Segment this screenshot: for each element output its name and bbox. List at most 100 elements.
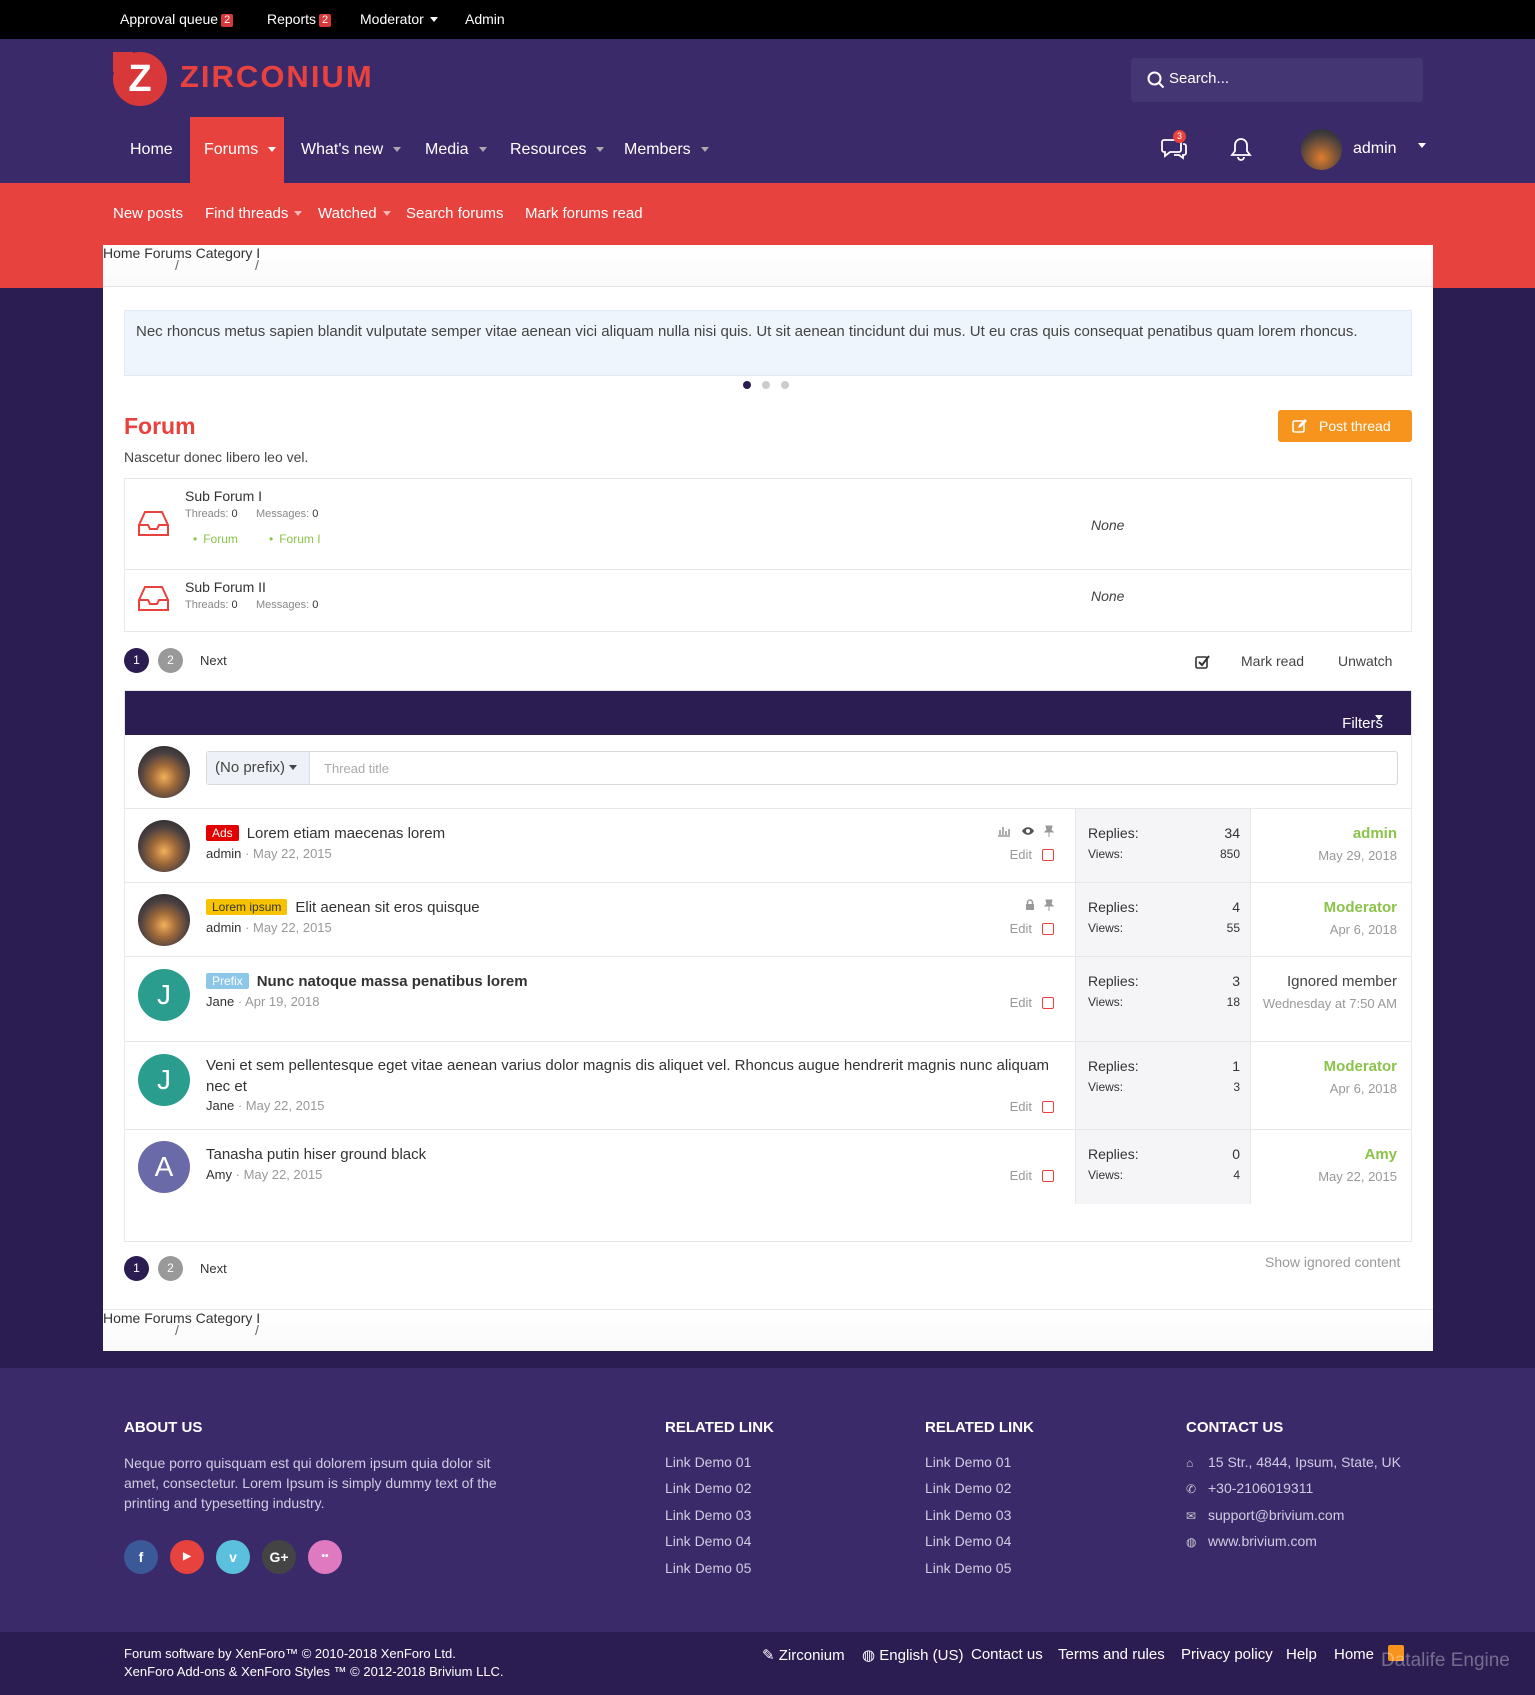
breadcrumb-category[interactable]: Category I [196, 245, 261, 261]
select-checkbox[interactable] [1042, 1101, 1054, 1113]
avatar[interactable] [138, 820, 190, 872]
style-chooser[interactable]: ✎ Zirconium [762, 1646, 845, 1664]
edit-link[interactable]: Edit [1010, 1168, 1032, 1183]
unwatch-link[interactable]: Unwatch [1338, 653, 1392, 669]
tab-whats-new[interactable]: What's new [301, 117, 402, 183]
edit-link[interactable]: Edit [1010, 921, 1032, 936]
post-thread-button[interactable]: Post thread [1278, 410, 1412, 442]
quick-thread-input[interactable]: (No prefix) Thread title [206, 751, 1398, 785]
help-link[interactable]: Help [1286, 1646, 1317, 1663]
footer-link[interactable]: Link Demo 05 [665, 1560, 751, 1576]
avatar[interactable]: A [138, 1141, 190, 1193]
edit-link[interactable]: Edit [1010, 847, 1032, 862]
thread-title[interactable]: Tanasha putin hiser ground black [206, 1146, 426, 1163]
avatar[interactable]: J [138, 1054, 190, 1106]
avatar[interactable] [138, 894, 190, 946]
tab-home[interactable]: Home [130, 117, 173, 183]
last-post-date[interactable]: Apr 6, 2018 [1257, 1080, 1397, 1097]
footer-link[interactable]: Link Demo 03 [925, 1507, 1011, 1523]
user-avatar[interactable] [1301, 129, 1342, 170]
child-forum-link[interactable]: Forum [193, 532, 238, 546]
thread-title[interactable]: Veni et sem pellentesque eget vitae aene… [206, 1055, 1066, 1097]
select-checkbox[interactable] [1042, 923, 1054, 935]
breadcrumb-forums[interactable]: Forums [144, 1310, 191, 1326]
select-checkbox[interactable] [1042, 1170, 1054, 1182]
tab-media[interactable]: Media [425, 117, 487, 183]
new-posts-link[interactable]: New posts [113, 205, 183, 222]
breadcrumb-forums[interactable]: Forums [144, 245, 191, 261]
logo-icon[interactable]: Z [113, 52, 167, 106]
tab-forums[interactable]: Forums [190, 117, 284, 183]
show-ignored-link[interactable]: Show ignored content [1265, 1254, 1400, 1270]
next-page-link[interactable]: Next [200, 1261, 227, 1276]
last-post-date[interactable]: Apr 6, 2018 [1257, 921, 1397, 938]
last-poster[interactable]: Amy [1364, 1146, 1397, 1163]
last-post-date[interactable]: May 29, 2018 [1257, 847, 1397, 864]
google-plus-icon[interactable]: G+ [262, 1540, 296, 1574]
footer-link[interactable]: Link Demo 03 [665, 1507, 751, 1523]
search-forums-link[interactable]: Search forums [406, 205, 504, 222]
watched-menu[interactable]: Watched [318, 205, 391, 222]
thread-author[interactable]: Amy [206, 1167, 232, 1182]
breadcrumb-category[interactable]: Category I [196, 1310, 261, 1326]
prefix-select[interactable]: (No prefix) [207, 752, 310, 784]
select-checkbox[interactable] [1042, 997, 1054, 1009]
page-link[interactable]: 2 [158, 648, 183, 673]
notice-dot[interactable] [762, 381, 770, 389]
footer-link[interactable]: Link Demo 05 [925, 1560, 1011, 1576]
thread-author[interactable]: Jane [206, 994, 234, 1009]
terms-link[interactable]: Terms and rules [1058, 1646, 1165, 1663]
select-checkbox[interactable] [1042, 849, 1054, 861]
last-poster[interactable]: admin [1353, 825, 1397, 842]
find-threads-menu[interactable]: Find threads [205, 205, 303, 222]
edit-link[interactable]: Edit [1010, 1099, 1032, 1114]
breadcrumb-home[interactable]: Home [103, 245, 140, 261]
chevron-down-icon[interactable] [1418, 143, 1426, 148]
notice-dot[interactable] [743, 381, 751, 389]
contact-us-link[interactable]: Contact us [971, 1646, 1043, 1663]
thread-author[interactable]: admin [206, 846, 241, 861]
avatar[interactable]: J [138, 969, 190, 1021]
subforum-title[interactable]: Sub Forum I [185, 488, 262, 504]
reports-link[interactable]: Reports 2 [267, 11, 332, 27]
facebook-icon[interactable]: f [124, 1540, 158, 1574]
subforum-title[interactable]: Sub Forum II [185, 579, 266, 595]
mark-forums-read-link[interactable]: Mark forums read [525, 205, 643, 222]
youtube-icon[interactable]: ▶ [170, 1540, 204, 1574]
vimeo-icon[interactable]: v [216, 1540, 250, 1574]
breadcrumb-home[interactable]: Home [103, 1310, 140, 1326]
last-post-date[interactable]: May 22, 2015 [1257, 1168, 1397, 1185]
child-forum-link[interactable]: Forum I [269, 532, 320, 546]
mark-read-link[interactable]: Mark read [1241, 653, 1304, 669]
privacy-link[interactable]: Privacy policy [1181, 1646, 1273, 1663]
footer-link[interactable]: Link Demo 04 [925, 1533, 1011, 1549]
last-post-date[interactable]: Wednesday at 7:50 AM [1257, 995, 1397, 1012]
page-link[interactable]: 1 [124, 648, 149, 673]
footer-link[interactable]: Link Demo 01 [925, 1454, 1011, 1470]
thread-author[interactable]: Jane [206, 1098, 234, 1113]
thread-title[interactable]: Ads Lorem etiam maecenas lorem [206, 825, 445, 842]
search-box[interactable]: Search... [1131, 58, 1423, 102]
tab-resources[interactable]: Resources [510, 117, 605, 183]
email-link[interactable]: support@brivium.com [1208, 1507, 1344, 1523]
check-square-icon[interactable] [1195, 654, 1211, 670]
notice-dot[interactable] [781, 381, 789, 389]
page-link[interactable]: 2 [158, 1256, 183, 1281]
last-poster[interactable]: Moderator [1324, 1058, 1397, 1075]
tab-members[interactable]: Members [624, 117, 709, 183]
admin-link[interactable]: Admin [465, 11, 505, 27]
moderator-menu[interactable]: Moderator [360, 11, 438, 27]
footer-link[interactable]: Link Demo 04 [665, 1533, 751, 1549]
website-link[interactable]: www.brivium.com [1208, 1533, 1317, 1549]
footer-link[interactable]: Link Demo 01 [665, 1454, 751, 1470]
last-poster[interactable]: Ignored member [1287, 973, 1397, 990]
edit-link[interactable]: Edit [1010, 995, 1032, 1010]
page-link[interactable]: 1 [124, 1256, 149, 1281]
bell-icon[interactable] [1229, 136, 1253, 162]
logo-text[interactable]: ZIRCONIUM [180, 59, 374, 95]
user-menu-name[interactable]: admin [1353, 140, 1397, 158]
footer-link[interactable]: Link Demo 02 [925, 1480, 1011, 1496]
language-chooser[interactable]: ◍ English (US) [862, 1646, 963, 1664]
flickr-icon[interactable]: •• [308, 1540, 342, 1574]
next-page-link[interactable]: Next [200, 653, 227, 668]
